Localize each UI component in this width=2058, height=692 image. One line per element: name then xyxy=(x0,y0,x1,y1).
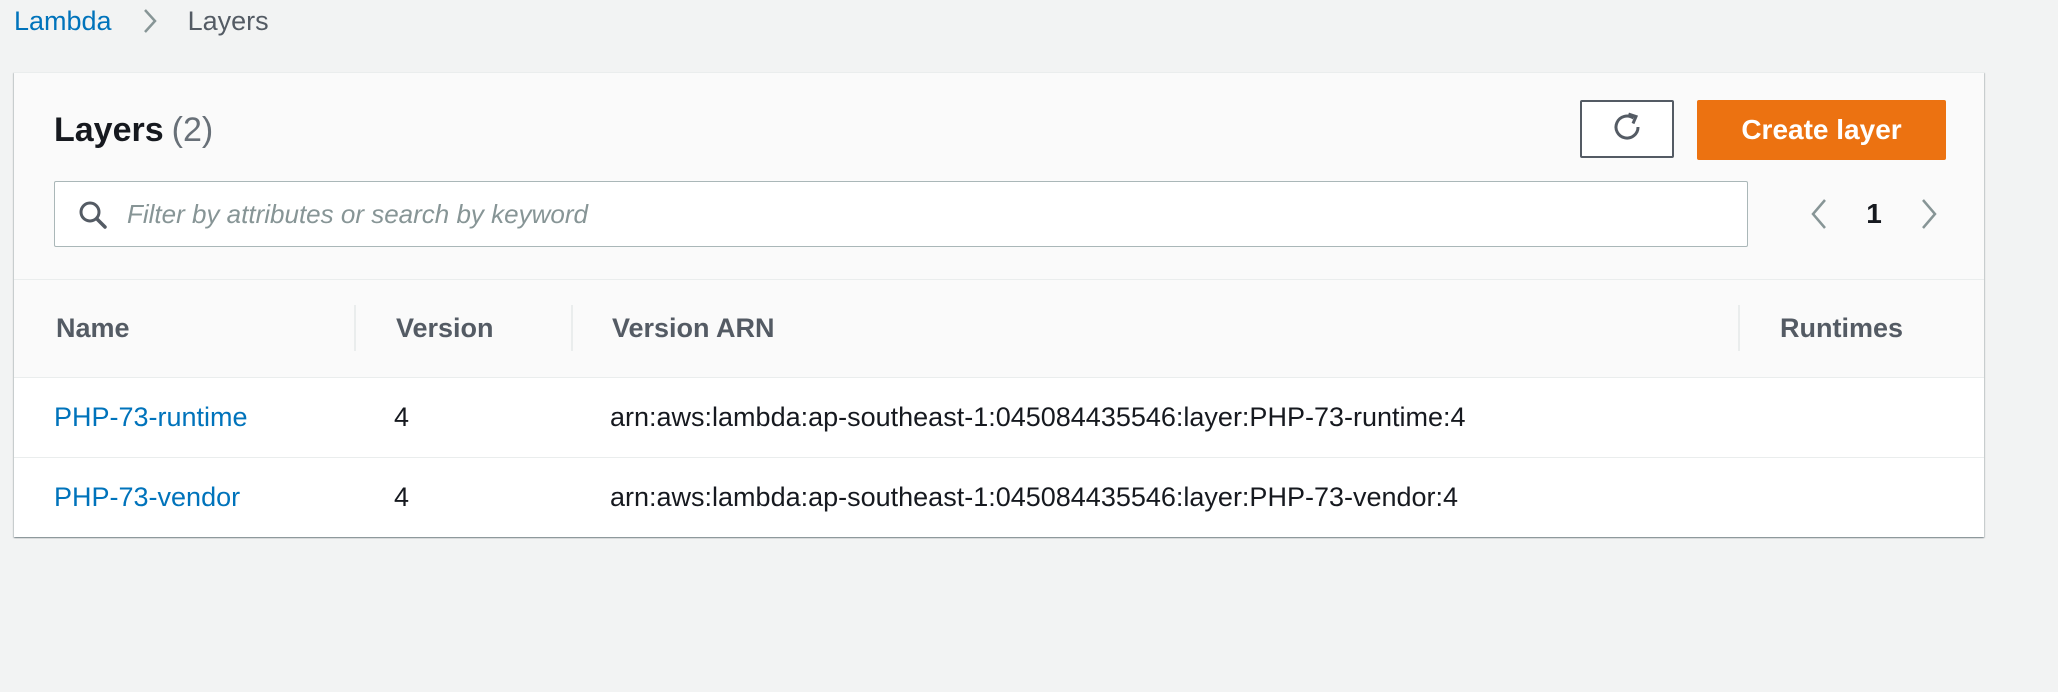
layer-version: 4 xyxy=(394,402,410,432)
create-layer-button[interactable]: Create layer xyxy=(1697,100,1946,160)
next-page-icon[interactable] xyxy=(1914,191,1944,237)
breadcrumb-lambda-link[interactable]: Lambda xyxy=(14,6,112,37)
layers-panel: Layers (2) Create layer Filter by attrib… xyxy=(14,72,1984,537)
column-divider[interactable] xyxy=(1738,305,1740,351)
breadcrumb-current: Layers xyxy=(187,5,269,36)
refresh-icon xyxy=(1609,109,1645,150)
column-header-runtimes[interactable]: Runtimes xyxy=(1780,280,1903,377)
pagination: 1 xyxy=(1804,191,1944,237)
breadcrumb: Lambda Layers xyxy=(14,0,269,42)
column-divider[interactable] xyxy=(354,305,356,351)
layer-version-arn: arn:aws:lambda:ap-southeast-1:0450844355… xyxy=(610,482,1459,512)
column-header-version-arn[interactable]: Version ARN xyxy=(612,280,775,377)
layer-name-link[interactable]: PHP-73-runtime xyxy=(54,378,248,457)
panel-header: Layers (2) Create layer Filter by attrib… xyxy=(14,73,1984,280)
search-input[interactable] xyxy=(125,182,1729,247)
column-header-name[interactable]: Name xyxy=(56,280,130,377)
title-text: Layers xyxy=(54,111,164,149)
layer-count: (2) xyxy=(171,111,214,149)
search-icon xyxy=(77,199,109,231)
layer-version: 4 xyxy=(394,482,410,512)
previous-page-icon[interactable] xyxy=(1804,191,1834,237)
column-header-version[interactable]: Version xyxy=(396,280,494,377)
table-row: PHP-73-runtime 4 arn:aws:lambda:ap-south… xyxy=(14,378,1984,458)
column-divider[interactable] xyxy=(571,305,573,351)
refresh-button[interactable] xyxy=(1580,100,1674,158)
layer-version-arn: arn:aws:lambda:ap-southeast-1:0450844355… xyxy=(610,402,1466,432)
layer-name-link[interactable]: PHP-73-vendor xyxy=(54,458,240,537)
chevron-right-icon xyxy=(142,7,158,35)
layers-table: Name Version Version ARN Runtimes PHP-73… xyxy=(14,280,1984,537)
page-title: Layers (2) xyxy=(54,111,213,150)
table-header: Name Version Version ARN Runtimes xyxy=(14,280,1984,378)
search-field[interactable] xyxy=(54,181,1748,247)
table-row: PHP-73-vendor 4 arn:aws:lambda:ap-southe… xyxy=(14,458,1984,537)
current-page-number[interactable]: 1 xyxy=(1834,198,1914,230)
